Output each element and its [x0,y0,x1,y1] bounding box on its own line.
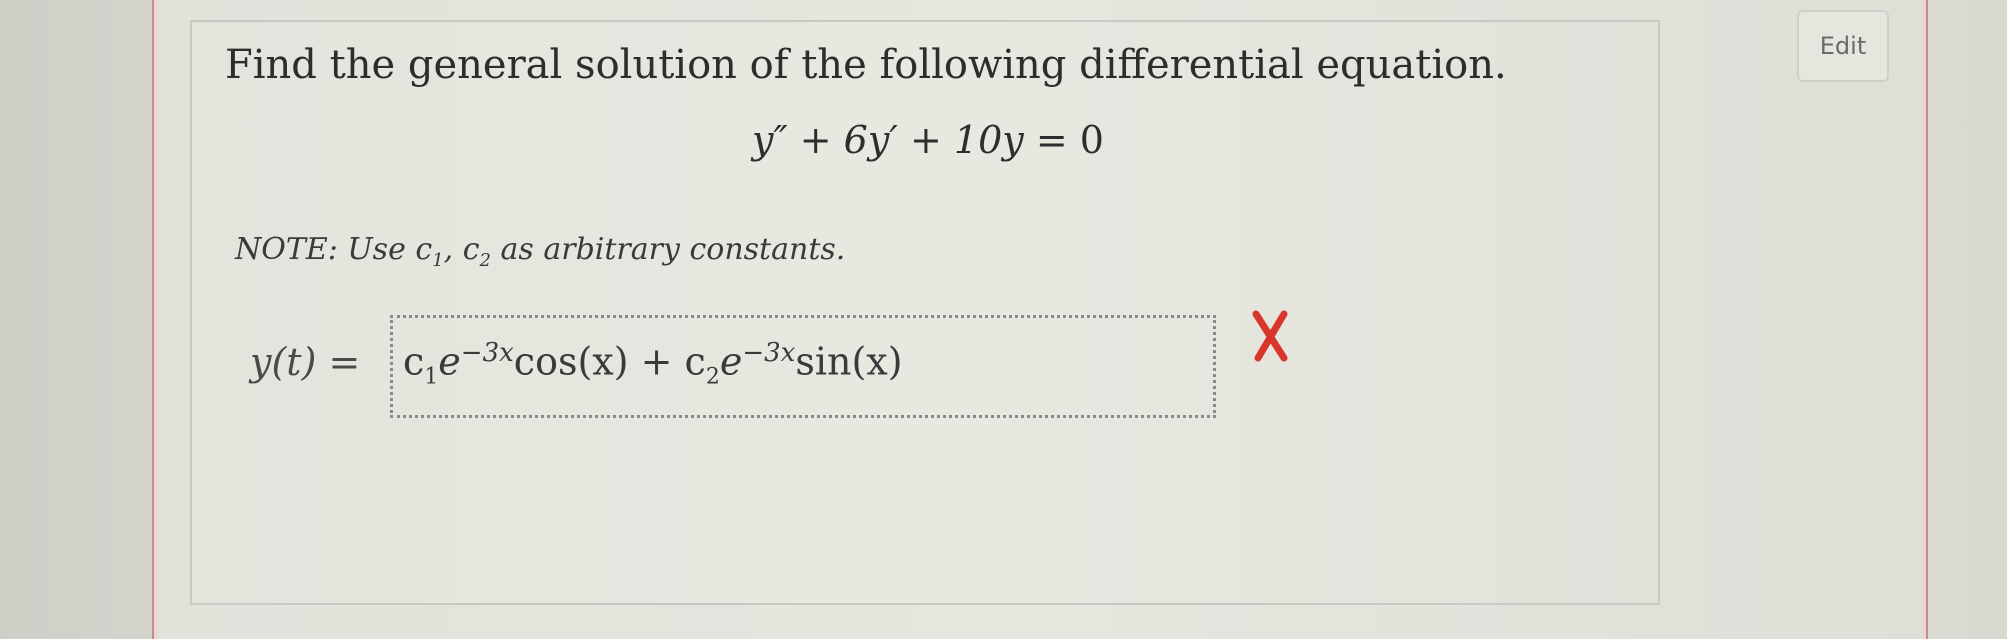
answer-label-text: y(t) = [250,340,361,384]
equation-equals: = [1023,118,1080,162]
answer-exp1: −3x [460,338,514,368]
answer-input[interactable]: c1e−3xcos(x) + c2e−3xsin(x) [390,315,1216,418]
equation-rhs: 0 [1079,118,1104,162]
edit-button[interactable]: Edit [1797,10,1889,82]
answer-c1: c [403,339,425,384]
question-box [190,20,1660,605]
question-prompt: Find the general solution of the followi… [225,42,1507,88]
answer-sin: sin(x) [795,339,903,384]
answer-label: y(t) = [250,340,360,384]
differential-equation: y″ + 6y′ + 10y = 0 [752,118,1104,162]
incorrect-x-icon [1252,310,1288,362]
answer-c2-sub: 2 [705,364,720,390]
note-suffix: as arbitrary constants. [490,232,846,267]
page: Find the general solution of the followi… [0,0,2007,639]
answer-e2: e [719,339,743,384]
note-text: NOTE: Use c1, c2 as arbitrary constants. [235,232,845,271]
note-prefix: NOTE: Use [235,232,416,267]
answer-e1: e [438,339,461,384]
answer-plus: + [628,339,685,384]
answer-c1-sub: 1 [424,364,439,390]
equation-lhs: y″ + 6y′ + 10y [752,118,1024,162]
note-sep: , [443,232,463,267]
answer-cos: cos(x) [513,339,629,384]
note-c1: c [415,232,433,267]
note-c1-sub: 1 [432,250,444,271]
answer-c2: c [684,339,706,384]
answer-exp2: −3x [742,338,796,368]
note-c2: c [462,232,480,267]
note-c2-sub: 2 [479,250,491,271]
